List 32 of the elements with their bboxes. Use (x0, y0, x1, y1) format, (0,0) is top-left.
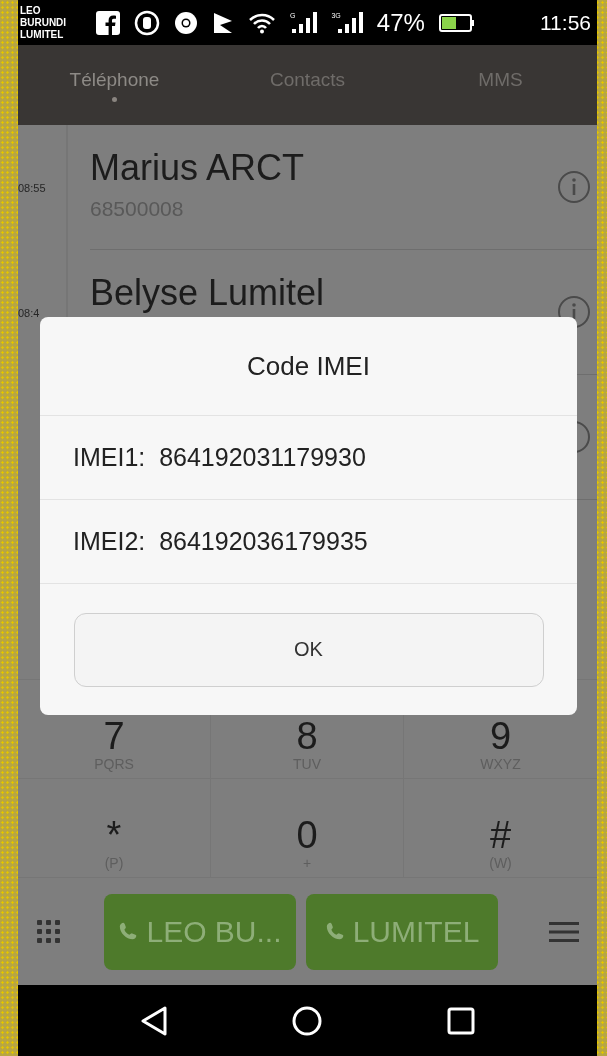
tab[interactable]: Téléphone (69, 68, 160, 91)
key-digit[interactable]: * (106, 815, 122, 855)
key-digit[interactable]: 8 (296, 716, 318, 756)
call-time: 08:55 (18, 181, 46, 194)
home-icon[interactable] (291, 1004, 324, 1037)
back-icon[interactable] (139, 1005, 168, 1036)
imei-text: IMEI1: 864192031179930 (73, 443, 366, 472)
key-digit[interactable]: # (489, 815, 512, 855)
browser-icon (174, 10, 198, 35)
battery-level: 47% (376, 8, 425, 37)
carrier-name: LEO BURUNDI (20, 4, 68, 29)
key-digit[interactable]: 0 (296, 815, 318, 855)
recents-icon[interactable] (447, 1006, 476, 1035)
battery-icon (438, 13, 475, 32)
dialog-title: Code IMEI (247, 350, 370, 382)
dialpad-icon[interactable] (36, 918, 62, 945)
chat-bubble-icon (134, 9, 160, 36)
signal-icon (291, 11, 318, 34)
carrier-name: LUMITEL (20, 28, 65, 41)
key-digit[interactable]: 9 (489, 716, 512, 756)
imei-text: IMEI2: 864192036179935 (73, 527, 368, 556)
clock: 11:56 (540, 10, 591, 35)
key-letters: + (302, 855, 312, 871)
wifi-icon (248, 11, 276, 34)
key-digit[interactable]: 7 (103, 716, 125, 756)
facebook-icon (96, 10, 120, 35)
ok-button[interactable]: OK (73, 612, 544, 687)
call-time: 08:4 (18, 306, 40, 319)
flag-icon (212, 10, 234, 35)
contact-name[interactable]: Belyse Lumitel (90, 272, 557, 314)
menu-icon[interactable] (549, 919, 579, 944)
contact-name[interactable]: Marius ARCT (90, 147, 557, 189)
